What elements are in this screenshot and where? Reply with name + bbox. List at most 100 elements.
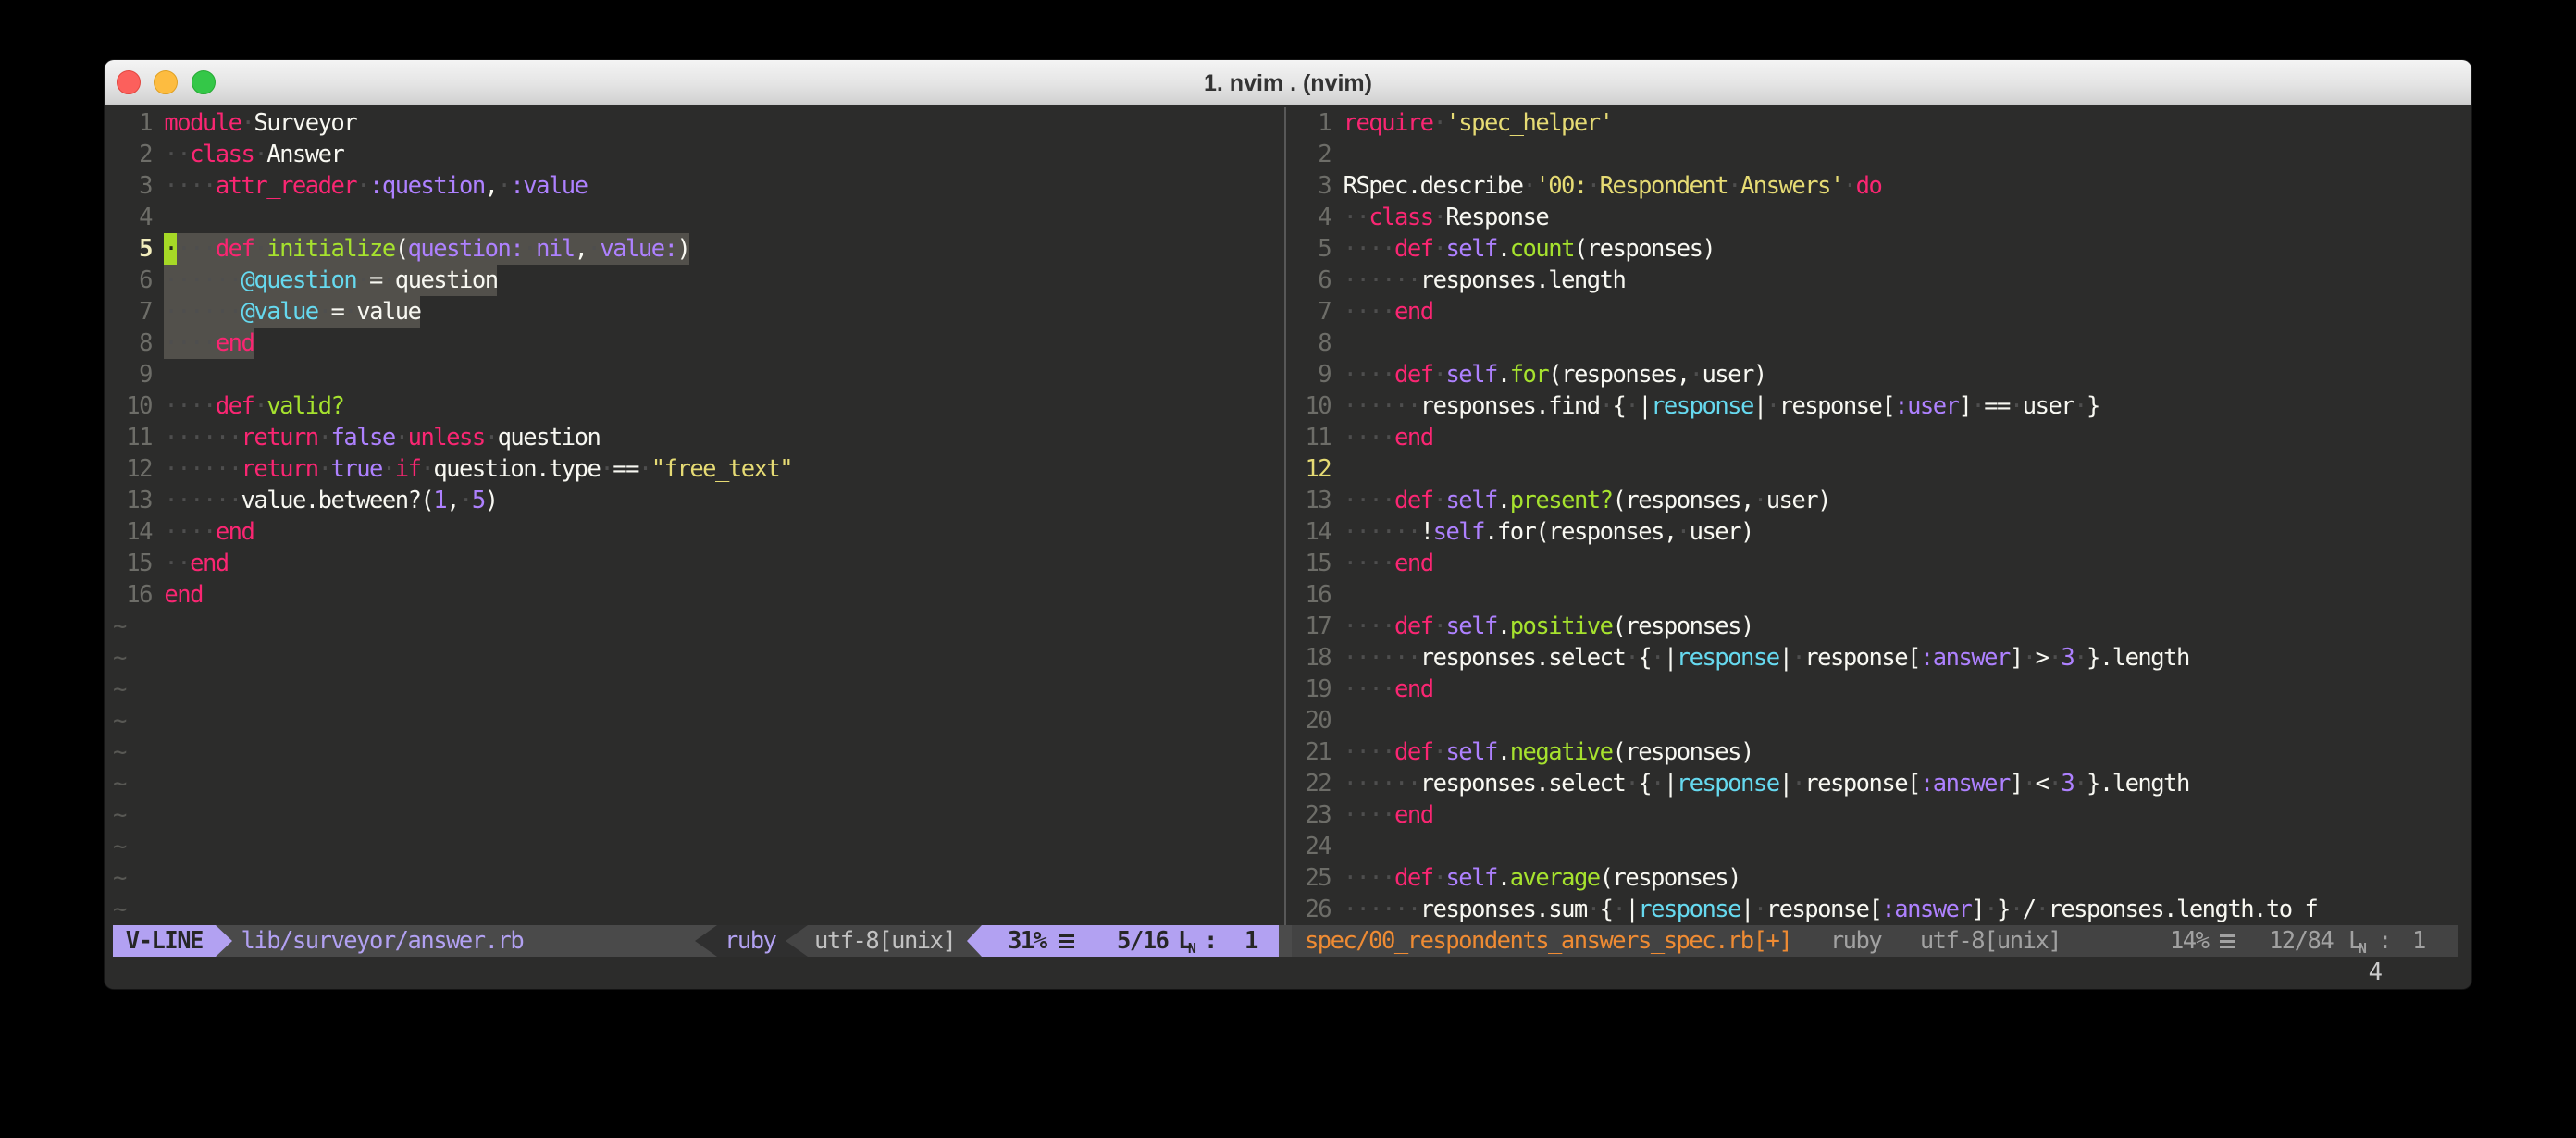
code-token: end [1394, 298, 1433, 326]
showcmd: 4 [2369, 957, 2382, 988]
code-token: ······responses.sum·{·| [1344, 896, 1639, 923]
line-number: 19 [1292, 674, 1331, 705]
window-separator [1284, 107, 1286, 925]
code-token: ···· [1344, 801, 1394, 829]
line-number: 1 [1292, 107, 1331, 139]
code-text: ····def·self.for(responses,·user) [1344, 359, 1766, 390]
filetype-label: ruby [1830, 925, 1881, 957]
line-number: 26 [1292, 894, 1331, 925]
code-token: |·response[ [1753, 392, 1894, 420]
code-token: self [1445, 235, 1496, 263]
line-position: 5/16 [1117, 925, 1168, 957]
line-number: 7 [1292, 296, 1331, 328]
code-line[interactable]: 26 ······responses.sum·{·|response|·respo… [105, 894, 2471, 925]
code-token: ···· [1344, 675, 1394, 703]
code-line[interactable]: 15····end [105, 548, 2471, 579]
line-number: 20 [1292, 705, 1331, 736]
line-number: 11 [1292, 422, 1331, 453]
code-token: :user [1894, 392, 1958, 420]
encoding-label: utf-8[unix] [1920, 925, 2061, 957]
code-token: . [1497, 738, 1510, 766]
code-line[interactable]: 22······responses.select·{·|response|·re… [105, 768, 2471, 799]
line-number: 6 [1292, 265, 1331, 296]
code-token: response [1651, 392, 1753, 420]
code-token: end [1394, 675, 1433, 703]
line-number-icon: LN [1178, 925, 1197, 959]
code-token: def [1394, 361, 1433, 389]
code-text: ······responses.find·{·|response|·respon… [1344, 390, 2099, 422]
code-token: ]·==·user·} [1958, 392, 2099, 420]
code-line[interactable]: 12 [105, 453, 2471, 485]
code-line[interactable]: 13····def·self.present?(responses,·user) [105, 485, 2471, 516]
code-line[interactable]: 23····end [105, 799, 2471, 831]
code-token: def [1394, 235, 1433, 263]
code-token: · [1433, 109, 1446, 137]
code-token: (responses,·user) [1548, 361, 1765, 389]
code-text: ······responses.sum·{·|response|·respons… [1344, 894, 2318, 925]
code-line[interactable]: 20 [105, 705, 2471, 736]
percent-label: 14% [2170, 925, 2209, 957]
line-number: 14 [1292, 516, 1331, 548]
code-line[interactable]: 6······responses.length [105, 265, 2471, 296]
code-line[interactable]: 3RSpec.describe·'00:·Respondent·Answers'… [105, 170, 2471, 202]
line-number: 5 [1292, 233, 1331, 265]
code-token: def [1394, 738, 1433, 766]
line-number: 4 [1292, 202, 1331, 233]
code-token: . [1497, 487, 1510, 514]
code-text: require·'spec_helper' [1344, 107, 1613, 139]
code-token: ···· [1344, 424, 1394, 451]
code-line[interactable]: 1 require·'spec_helper' [105, 107, 2471, 139]
line-number: 3 [1292, 170, 1331, 202]
code-token: ]·}·/·responses.length.to_f [1971, 896, 2317, 923]
code-token: def [1394, 864, 1433, 892]
code-line[interactable]: 14······!self.for(responses,·user) [105, 516, 2471, 548]
code-text: ····end [1344, 548, 1433, 579]
code-text: ····def·self.present?(responses,·user) [1344, 485, 1830, 516]
code-line[interactable]: 5····def·self.count(responses) [105, 233, 2471, 265]
code-token: :answer [1881, 896, 1971, 923]
nvim-terminal[interactable]: 1module·Surveyor2··class·Answer3····attr… [105, 105, 2471, 989]
code-line[interactable]: 25····def·self.average(responses) [105, 862, 2471, 894]
code-token: |·response[ [1779, 644, 1920, 672]
line-number: 17 [1292, 611, 1331, 642]
code-line[interactable]: 24 [105, 831, 2471, 862]
line-number: 8 [1292, 328, 1331, 359]
code-text: ····end [1344, 799, 1433, 831]
code-line[interactable]: 19 ····end [105, 674, 2471, 705]
line-number: 16 [1292, 579, 1331, 611]
code-token: |·response[ [1740, 896, 1881, 923]
code-token: (responses) [1600, 864, 1740, 892]
code-line[interactable]: 17····def·self.positive(responses) [105, 611, 2471, 642]
code-token: def [1394, 487, 1433, 514]
code-line[interactable]: 8 [105, 328, 2471, 359]
code-token: ·· [1344, 204, 1369, 231]
code-line[interactable]: 21····def·self.negative(responses) [105, 736, 2471, 768]
code-line[interactable]: 10······responses.find·{·|response|·resp… [105, 390, 2471, 422]
colon-separator: : [1204, 925, 1217, 957]
code-line[interactable]: 2 [105, 139, 2471, 170]
line-number: 24 [1292, 831, 1331, 862]
code-token: ···· [1344, 298, 1394, 326]
percent-label: 31% [1008, 925, 1046, 957]
code-line[interactable]: 4··class·Response [105, 202, 2471, 233]
code-line[interactable]: 7 ····end [105, 296, 2471, 328]
powerline-wedge-y [786, 925, 808, 957]
code-line[interactable]: 16 [105, 579, 2471, 611]
window-titlebar[interactable]: 1. nvim . (nvim) [105, 60, 2471, 105]
code-token: end [1394, 550, 1433, 577]
code-text: ····end [1344, 674, 1433, 705]
code-token: ···· [1344, 612, 1394, 640]
code-line[interactable]: 11····end [105, 422, 2471, 453]
code-line[interactable]: 9····def·self.for(responses,·user) [105, 359, 2471, 390]
code-line[interactable]: 18······responses.select·{·|response|·re… [105, 642, 2471, 674]
line-number: 21 [1292, 736, 1331, 768]
lines-icon [1059, 934, 1074, 948]
powerline-arrow-right [216, 925, 232, 957]
code-token: def [1394, 612, 1433, 640]
code-token: .for(responses,·user) [1484, 518, 1753, 546]
file-path: spec/00_respondents_answers_spec.rb[+] [1305, 925, 1791, 957]
mode-indicator: V-LINE [126, 925, 203, 957]
code-token: ]·<· [2010, 770, 2061, 798]
code-token: 3 [2061, 770, 2074, 798]
code-token: . [1497, 612, 1510, 640]
